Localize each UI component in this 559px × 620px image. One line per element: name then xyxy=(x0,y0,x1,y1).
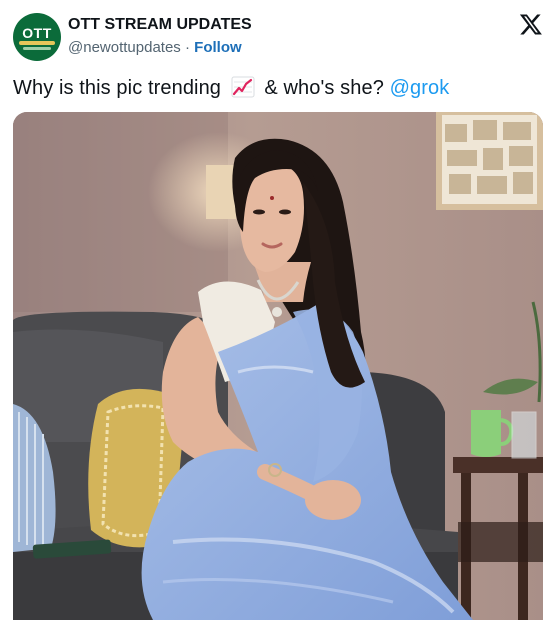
x-logo-icon[interactable] xyxy=(519,12,543,36)
post-card: OTT OTT STREAM UPDATES @newottupdates · … xyxy=(0,0,559,620)
lamp-icon xyxy=(206,165,236,219)
water-glass xyxy=(511,411,537,459)
avatar-logo-stripe xyxy=(19,41,55,45)
post-text: Why is this pic trending & who's she? @g… xyxy=(13,76,449,100)
photo-illustration xyxy=(13,112,543,620)
eye-left xyxy=(253,209,265,215)
green-mug xyxy=(471,410,501,457)
chart-increasing-icon xyxy=(231,76,255,98)
avatar-logo-stripe-2 xyxy=(23,47,51,50)
post-text-main: Why is this pic trending xyxy=(13,77,222,99)
author-avatar[interactable]: OTT xyxy=(13,13,61,61)
post-text-question: & who's she? xyxy=(264,77,384,99)
wall-art-frame xyxy=(436,112,543,210)
author-handle-row: @newottupdates · Follow xyxy=(68,39,242,56)
eye-right xyxy=(279,209,291,215)
author-display-name[interactable]: OTT STREAM UPDATES xyxy=(68,16,252,34)
avatar-logo-text: OTT xyxy=(22,25,52,41)
bindi xyxy=(270,196,274,200)
author-handle[interactable]: @newottupdates xyxy=(68,39,181,56)
follow-button[interactable]: Follow xyxy=(194,39,242,56)
handle-separator: · xyxy=(180,39,195,56)
mention-grok-link[interactable]: @grok xyxy=(390,77,450,99)
post-photo[interactable] xyxy=(13,112,543,620)
